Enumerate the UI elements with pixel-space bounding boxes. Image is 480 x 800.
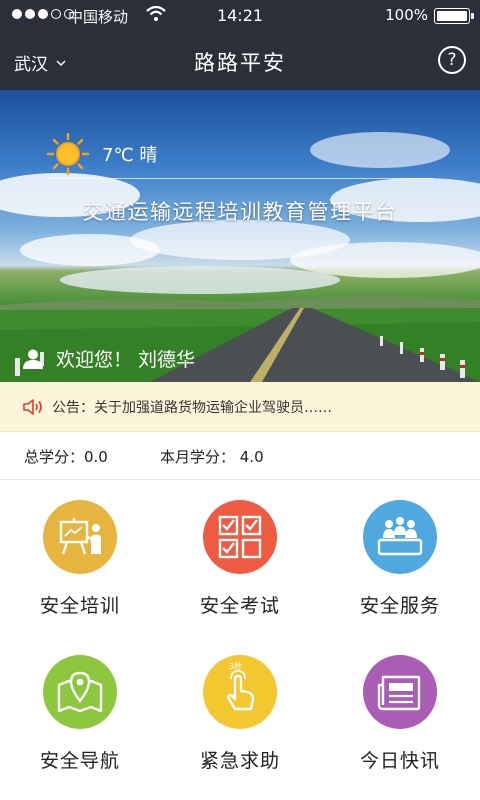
menu-item-safety-navigation[interactable]: 安全导航 (0, 635, 160, 790)
menu-item-safety-exam[interactable]: 安全考试 (160, 480, 320, 635)
app-screen: 中国移动 14:21 100% 武汉 路路平安 ? 7℃ 晴 交通运输远程培训教… (0, 0, 480, 800)
help-button[interactable]: ? (438, 46, 466, 74)
navigation-bar: 武汉 路路平安 ? (0, 32, 480, 90)
platform-title: 交通运输远程培训教育管理平台 (82, 200, 398, 224)
divider (46, 178, 434, 179)
user-icon (23, 349, 43, 369)
speaker-icon (23, 398, 42, 415)
total-credits: 总学分：0.0 (24, 448, 108, 466)
menu-item-safety-training[interactable]: 安全培训 (0, 480, 160, 635)
menu-item-emergency-help[interactable]: 3秒 紧急求助 (160, 635, 320, 790)
training-board-icon (43, 500, 117, 574)
feature-grid: 安全培训 安全考试 安全服务 安全导航 3秒 紧急求助 今日快讯 (0, 480, 480, 800)
emergency-press-icon: 3秒 (203, 655, 277, 729)
sunny-weather-icon (46, 132, 90, 176)
news-paper-icon (363, 655, 437, 729)
status-bar: 中国移动 14:21 100% (0, 0, 480, 32)
weather-text: 7℃ 晴 (102, 145, 158, 166)
banner: 7℃ 晴 交通运输远程培训教育管理平台 欢迎您！ 刘德华 (0, 90, 480, 382)
announcement-bar[interactable]: 公告：关于加强道路货物运输企业驾驶员…… (0, 382, 480, 432)
map-navigation-icon (43, 655, 117, 729)
welcome-text: 欢迎您！ 刘德华 (56, 349, 196, 371)
battery-percent: 100% (385, 6, 428, 24)
exam-checklist-icon (203, 500, 277, 574)
menu-label: 安全服务 (359, 595, 440, 617)
battery-icon (434, 8, 474, 24)
monthly-credits: 本月学分： 4.0 (160, 448, 264, 466)
service-group-icon (363, 500, 437, 574)
menu-item-safety-service[interactable]: 安全服务 (320, 480, 480, 635)
emergency-badge: 3秒 (229, 661, 242, 671)
weather-widget: 7℃ 晴 (46, 132, 157, 176)
credit-summary: 总学分：0.0 本月学分： 4.0 (0, 432, 480, 480)
menu-label: 安全导航 (39, 750, 120, 772)
welcome-message: 欢迎您！ 刘德华 (22, 345, 195, 372)
menu-item-today-news[interactable]: 今日快讯 (320, 635, 480, 790)
announcement-text: 公告：关于加强道路货物运输企业驾驶员…… (52, 399, 332, 416)
menu-label: 今日快讯 (359, 750, 440, 772)
top-bar: 中国移动 14:21 100% 武汉 路路平安 ? (0, 0, 480, 90)
menu-label: 紧急求助 (199, 750, 280, 772)
menu-label: 安全培训 (39, 595, 120, 617)
menu-label: 安全考试 (199, 595, 280, 617)
page-title: 路路平安 (194, 51, 286, 75)
